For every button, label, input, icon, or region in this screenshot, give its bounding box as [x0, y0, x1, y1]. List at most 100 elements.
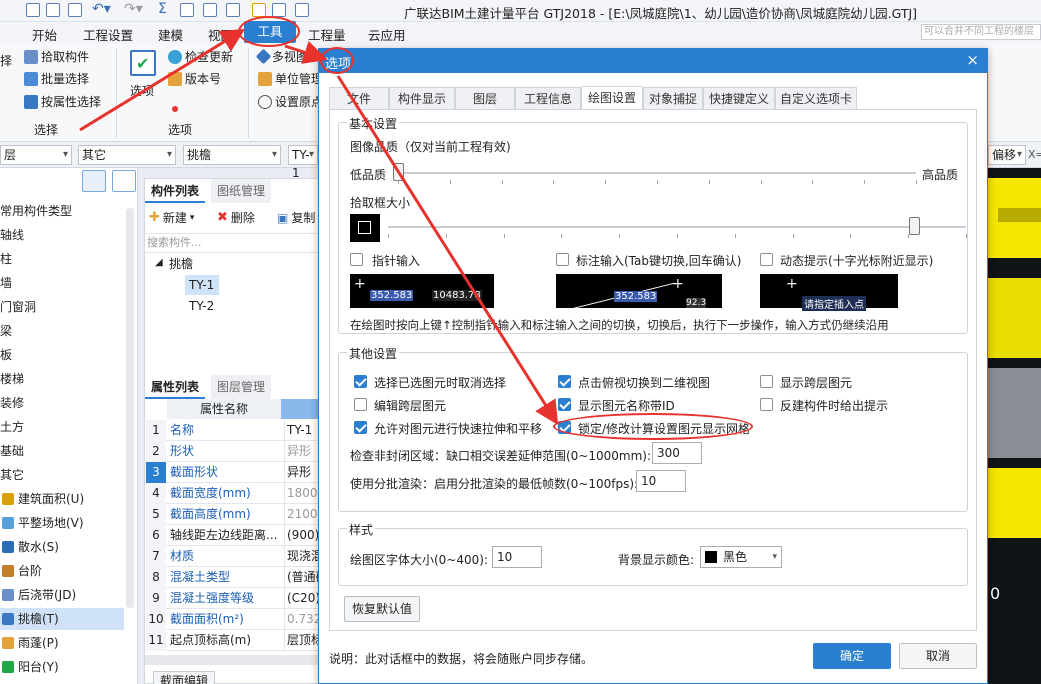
check-update-button[interactable]: 检查更新: [168, 48, 233, 65]
font-size-input[interactable]: 10: [492, 546, 542, 568]
view-icon[interactable]: [203, 3, 217, 17]
pointer-input-checkbox[interactable]: [350, 253, 363, 266]
options-button[interactable]: 选项: [130, 82, 154, 99]
version-button[interactable]: 版本号: [168, 70, 221, 87]
batch-render-input[interactable]: 10: [636, 470, 686, 492]
collapse-icon[interactable]: ◢: [155, 257, 163, 268]
show-cross-floor-checkbox[interactable]: [760, 375, 773, 388]
pickbox-slider[interactable]: [388, 226, 966, 228]
menu-quantity[interactable]: 工程量: [308, 25, 346, 44]
tree-item[interactable]: 建筑面积(U): [0, 488, 124, 510]
restore-defaults-button[interactable]: 恢复默认值: [344, 596, 420, 622]
tab-component-list[interactable]: 构件列表: [145, 179, 206, 203]
floor-select[interactable]: 层: [0, 145, 72, 165]
tree-item[interactable]: 平整场地(V): [0, 512, 124, 534]
new-button[interactable]: ✚ 新建 ▾: [149, 209, 194, 226]
copy-button[interactable]: ▣ 复制: [277, 209, 315, 226]
pickbox-slider-thumb[interactable]: [908, 217, 920, 235]
menu-cloud[interactable]: 云应用: [368, 25, 406, 44]
tree-item[interactable]: 门窗洞: [0, 296, 124, 318]
3d-view[interactable]: 0: [988, 168, 1041, 684]
component-select[interactable]: TY-1: [288, 145, 318, 180]
dialog-titlebar[interactable]: 选项 ×: [319, 49, 987, 73]
tree-item[interactable]: 常用构件类型: [0, 200, 124, 222]
multi-view-button[interactable]: 多视图: [255, 48, 308, 65]
tree-item[interactable]: 轴线: [0, 224, 124, 246]
props-row[interactable]: 1 名称 TY-1: [146, 420, 318, 441]
tree-item[interactable]: 土方: [0, 416, 124, 438]
undo-icon[interactable]: ↶▾: [92, 1, 111, 17]
tree-item[interactable]: 梁: [0, 320, 124, 342]
quick-stretch-checkbox[interactable]: [354, 421, 367, 434]
tree-item[interactable]: 基础: [0, 440, 124, 462]
props-row[interactable]: 6 轴线距左边线距离... (900): [146, 525, 318, 546]
export-icon[interactable]: [295, 3, 309, 17]
menu-start[interactable]: 开始: [32, 25, 57, 44]
bg-color-select[interactable]: 黑色 ▾: [700, 546, 782, 568]
reverse-build-hint-checkbox[interactable]: [760, 398, 773, 411]
tab-object-snap[interactable]: 对象捕捉: [643, 87, 703, 110]
component-item-ty1[interactable]: TY-1: [185, 275, 219, 295]
tree-item[interactable]: 其它: [0, 464, 124, 486]
deselect-checkbox[interactable]: [354, 375, 367, 388]
props-row[interactable]: 10 截面面积(m²) 0.732: [146, 609, 318, 630]
sum-icon[interactable]: Σ: [158, 1, 167, 17]
props-row[interactable]: 3 截面形状 异形: [146, 462, 318, 483]
dialog-close-icon[interactable]: ×: [966, 51, 979, 69]
delete-button[interactable]: ✖ 删除: [217, 209, 255, 226]
component-search-input[interactable]: 搜索构件...: [145, 233, 319, 253]
props-row[interactable]: 2 形状 异形: [146, 441, 318, 462]
props-row[interactable]: 7材质现浇混: [146, 546, 318, 567]
save-icon[interactable]: [26, 3, 40, 17]
unit-manage-button[interactable]: 单位管理: [258, 70, 323, 87]
offset-select[interactable]: 偏移: [988, 145, 1026, 165]
gap-input[interactable]: 300: [652, 442, 702, 464]
tree-item[interactable]: 柱: [0, 248, 124, 270]
open-icon[interactable]: [46, 3, 60, 17]
report-icon[interactable]: [180, 3, 194, 17]
tab-props[interactable]: 属性列表: [145, 375, 206, 399]
grid-icon[interactable]: [272, 3, 286, 17]
ok-button[interactable]: 确定: [813, 643, 891, 669]
type-select[interactable]: 挑檐: [183, 145, 281, 165]
pen-icon[interactable]: [252, 3, 266, 17]
edit-cross-floor-checkbox[interactable]: [354, 398, 367, 411]
tree-item[interactable]: 雨蓬(P): [0, 632, 124, 654]
group-label[interactable]: 挑檐: [169, 255, 193, 272]
tree-item[interactable]: 后浇带(JD): [0, 584, 124, 606]
tree-item[interactable]: 台阶: [0, 560, 124, 582]
quality-slider-thumb[interactable]: [393, 163, 404, 181]
props-row[interactable]: 8混凝土类型(普通砼: [146, 567, 318, 588]
category-select[interactable]: 其它: [78, 145, 176, 165]
batch-select-button[interactable]: 批量选择: [24, 70, 89, 87]
tab-section-edit[interactable]: 截面编辑: [153, 671, 216, 684]
tab-drawing-settings[interactable]: 绘图设置: [581, 86, 643, 110]
props-row[interactable]: 4 截面宽度(mm) 1800: [146, 483, 318, 504]
grid-view-icon[interactable]: [112, 170, 136, 192]
quality-slider[interactable]: [398, 172, 916, 174]
tab-custom[interactable]: 自定义选项卡: [775, 87, 857, 110]
tree-item[interactable]: 阳台(Y): [0, 656, 124, 678]
props-hscrollbar[interactable]: [145, 655, 319, 665]
props-row[interactable]: 11起点顶标高(m)层顶标: [146, 630, 318, 651]
show-name-id-checkbox[interactable]: [558, 398, 571, 411]
props-row[interactable]: 9 混凝土强度等级 (C20): [146, 588, 318, 609]
search-input[interactable]: 可以合并不同工程的楼层: [921, 24, 1041, 40]
tree-item[interactable]: 装修: [0, 392, 124, 414]
pick-component-button[interactable]: 拾取构件: [24, 48, 89, 65]
dynamic-hint-checkbox[interactable]: [760, 253, 773, 266]
select-by-attr-button[interactable]: 按属性选择: [24, 93, 101, 110]
tree-item[interactable]: 板: [0, 344, 124, 366]
options-icon[interactable]: ✔: [130, 50, 156, 76]
tab-shortcut[interactable]: 快捷键定义: [703, 87, 775, 110]
props-row[interactable]: 5 截面高度(mm) 2100: [146, 504, 318, 525]
tree-item[interactable]: 墙: [0, 272, 124, 294]
list-view-icon[interactable]: [82, 170, 106, 192]
dim-input-checkbox[interactable]: [556, 253, 569, 266]
tab-file[interactable]: 文件: [329, 87, 389, 110]
tree-item[interactable]: 楼梯: [0, 368, 124, 390]
tab-component-display[interactable]: 构件显示: [389, 87, 455, 110]
tab-drawing-manage[interactable]: 图纸管理: [211, 179, 272, 203]
tab-layers[interactable]: 图层管理: [211, 375, 272, 399]
redo-icon[interactable]: ↷▾: [124, 1, 143, 17]
